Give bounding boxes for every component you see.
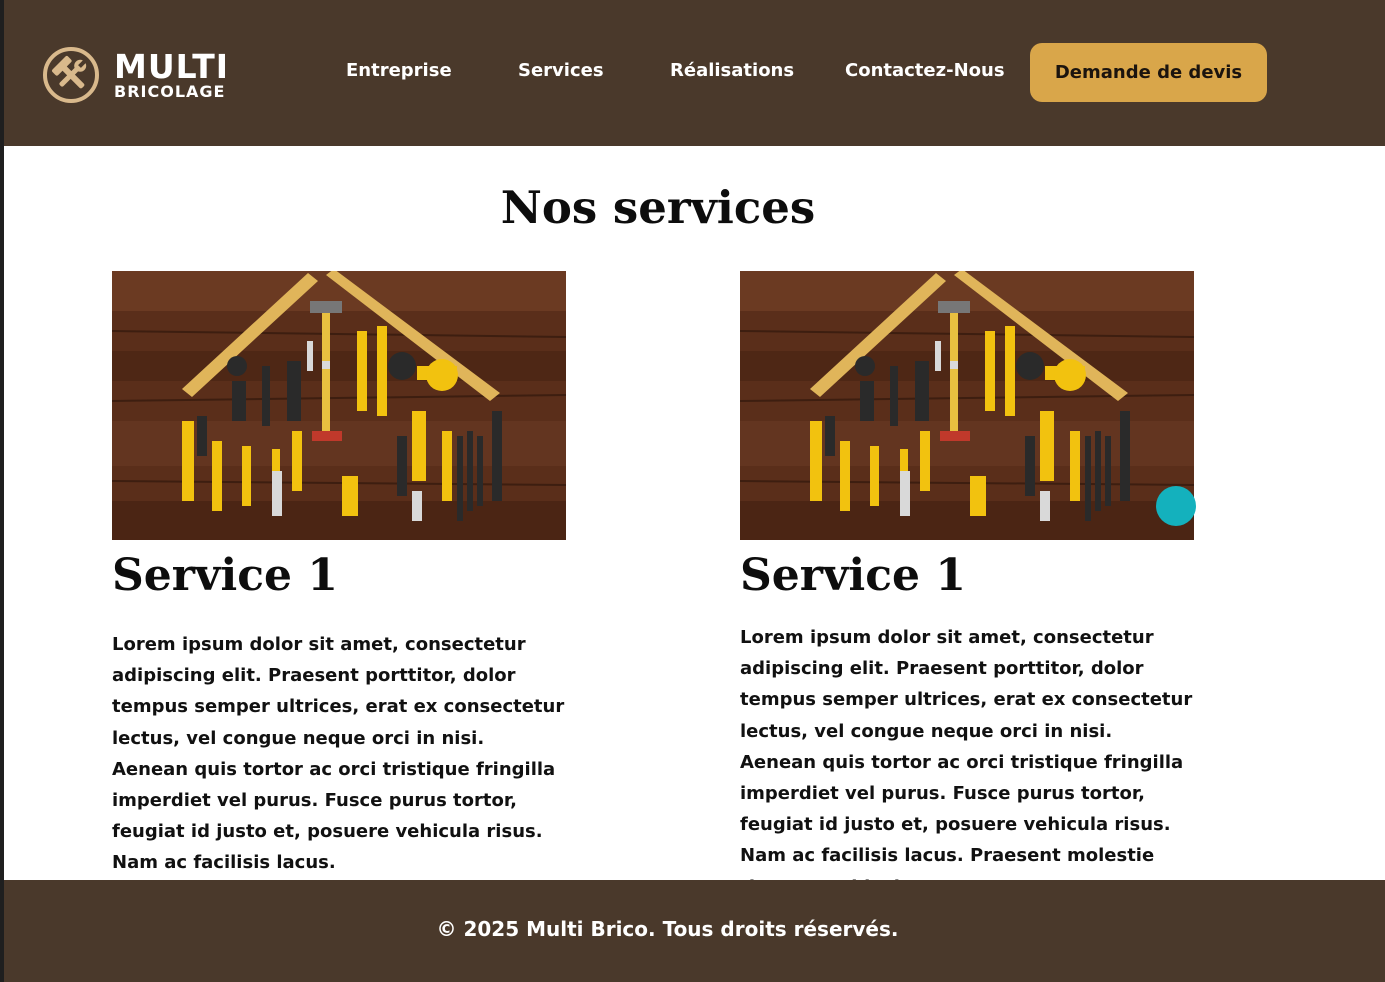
hammer-wrench-icon [43, 47, 99, 103]
logo-line-2: BRICOLAGE [114, 82, 226, 101]
nav-link-contact[interactable]: Contactez-Nous [845, 60, 1005, 81]
page-title: Nos services [500, 181, 816, 234]
service-title: Service 1 [740, 550, 966, 601]
site-footer: © 2025 Multi Brico. Tous droits réservés… [4, 880, 1385, 982]
site-header: MULTI BRICOLAGE Entreprise Services Réal… [4, 0, 1385, 146]
cursor-indicator [1156, 486, 1196, 526]
logo-line-1: MULTI [114, 47, 229, 86]
quote-request-button[interactable]: Demande de devis [1030, 43, 1267, 102]
site-logo[interactable]: MULTI BRICOLAGE [42, 46, 229, 104]
service-description: Lorem ipsum dolor sit amet, consectetur … [112, 634, 565, 874]
nav-link-services[interactable]: Services [518, 60, 604, 81]
service-description: Lorem ipsum dolor sit amet, consectetur … [740, 627, 1193, 898]
tools-house-photo [740, 271, 1194, 540]
service-card: Service 1 Lorem ipsum dolor sit amet, co… [112, 271, 566, 879]
nav-link-realisations[interactable]: Réalisations [670, 60, 794, 81]
service-card: Service 1 Lorem ipsum dolor sit amet, co… [740, 271, 1194, 903]
tools-house-photo [112, 271, 566, 540]
page: MULTI BRICOLAGE Entreprise Services Réal… [4, 0, 1385, 982]
logo-wordmark: MULTI BRICOLAGE [114, 50, 229, 100]
service-title: Service 1 [112, 550, 338, 601]
copyright-text: © 2025 Multi Brico. Tous droits réservés… [436, 917, 899, 941]
nav-link-entreprise[interactable]: Entreprise [346, 60, 452, 81]
